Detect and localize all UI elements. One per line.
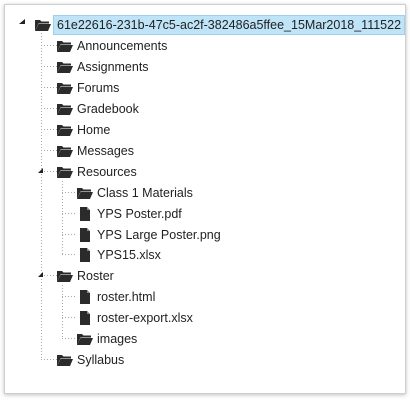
tree-node-yps-large-poster-png[interactable]: YPS Large Poster.png bbox=[77, 225, 223, 245]
tree-node-label: Syllabus bbox=[77, 353, 125, 367]
collapse-toggle-icon bbox=[38, 272, 43, 277]
folder-icon bbox=[77, 185, 93, 201]
tree-node-label: Messages bbox=[77, 144, 134, 158]
folder-icon bbox=[57, 38, 73, 54]
tree-node-yps-poster-pdf[interactable]: YPS Poster.pdf bbox=[77, 204, 184, 224]
tree-node-resources[interactable]: Resources bbox=[57, 162, 139, 182]
file-icon bbox=[77, 247, 93, 263]
tree-node-announcements[interactable]: Announcements bbox=[57, 36, 169, 56]
tree-node-assignments[interactable]: Assignments bbox=[57, 57, 151, 77]
tree-node-syllabus[interactable]: Syllabus bbox=[57, 350, 126, 370]
file-tree-panel: 61e22616-231b-47c5-ac2f-382486a5ffee_15M… bbox=[4, 4, 406, 394]
folder-icon bbox=[57, 143, 73, 159]
collapse-toggle-icon bbox=[38, 168, 43, 173]
tree-node-roster-export-xlsx[interactable]: roster-export.xlsx bbox=[77, 308, 195, 328]
tree-node-messages[interactable]: Messages bbox=[57, 141, 136, 161]
tree-node-root[interactable]: 61e22616-231b-47c5-ac2f-382486a5ffee_15M… bbox=[35, 15, 406, 35]
tree-node-label: images bbox=[97, 332, 138, 346]
tree-node-label: YPS15.xlsx bbox=[97, 248, 161, 262]
tree-node-images[interactable]: images bbox=[77, 329, 139, 349]
folder-icon bbox=[57, 352, 73, 368]
folder-icon bbox=[57, 122, 73, 138]
expand-toggles bbox=[19, 19, 43, 277]
tree-node-roster-html[interactable]: roster.html bbox=[77, 287, 157, 307]
tree-node-label: Forums bbox=[77, 81, 120, 95]
tree-node-label: Class 1 Materials bbox=[97, 186, 193, 200]
file-icon bbox=[77, 310, 93, 326]
file-icon bbox=[77, 289, 93, 305]
tree-node-gradebook[interactable]: Gradebook bbox=[57, 99, 141, 119]
folder-icon bbox=[57, 80, 73, 96]
tree-node-label: 61e22616-231b-47c5-ac2f-382486a5ffee_15M… bbox=[53, 15, 406, 35]
collapse-toggle-icon bbox=[19, 19, 25, 24]
folder-icon bbox=[77, 331, 93, 347]
folder-open-icon bbox=[57, 164, 73, 180]
folder-icon bbox=[57, 101, 73, 117]
file-icon bbox=[77, 206, 93, 222]
folder-open-icon bbox=[57, 268, 73, 284]
tree-node-label: Resources bbox=[77, 165, 137, 179]
tree-node-class-1-materials[interactable]: Class 1 Materials bbox=[77, 183, 195, 203]
tree-node-label: Assignments bbox=[77, 60, 149, 74]
tree-node-roster[interactable]: Roster bbox=[57, 266, 116, 286]
tree-node-forums[interactable]: Forums bbox=[57, 78, 121, 98]
tree-node-label: YPS Large Poster.png bbox=[97, 228, 221, 242]
tree-node-label: roster.html bbox=[97, 290, 156, 304]
tree-node-label: Gradebook bbox=[77, 102, 139, 116]
tree-node-label: YPS Poster.pdf bbox=[97, 207, 182, 221]
file-icon bbox=[77, 227, 93, 243]
folder-icon bbox=[57, 59, 73, 75]
tree-node-label: Announcements bbox=[77, 39, 168, 53]
tree-node-label: roster-export.xlsx bbox=[97, 311, 193, 325]
tree-node-label: Home bbox=[77, 123, 111, 137]
tree-node-label: Roster bbox=[77, 269, 114, 283]
tree-node-yps15-xlsx[interactable]: YPS15.xlsx bbox=[77, 245, 163, 265]
tree-node-home[interactable]: Home bbox=[57, 120, 112, 140]
folder-open-icon bbox=[35, 17, 51, 33]
